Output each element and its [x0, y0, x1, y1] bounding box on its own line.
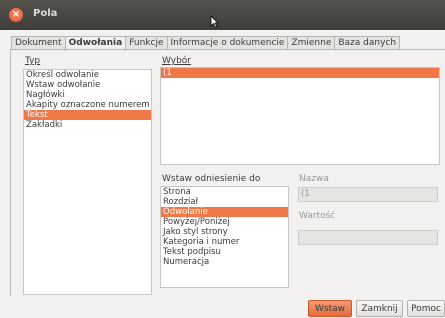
title-bar: × Pola — [0, 0, 445, 30]
mouse-cursor-icon — [210, 15, 219, 28]
insert-button[interactable]: Wstaw — [308, 300, 352, 317]
help-button[interactable]: Pomoc — [407, 300, 445, 317]
type_section-item[interactable]: Określ odwołanie — [24, 70, 151, 80]
insert_ref-item[interactable]: Strona — [161, 187, 288, 197]
tab-baza-danych[interactable]: Baza danych — [334, 36, 401, 50]
type-label: Typ — [25, 56, 41, 66]
value-label: Wartość — [299, 211, 336, 221]
tab-zmienne[interactable]: Zmienne — [287, 36, 336, 50]
tab-bar: Dokument Odwołania Funkcje Informacje o … — [11, 36, 401, 51]
type_section-item[interactable]: Tekst — [24, 110, 151, 120]
close-window-button[interactable]: × — [9, 8, 23, 22]
insert-ref-label: Wstaw odniesienie do — [162, 174, 261, 184]
close-button[interactable]: Zamknij — [356, 300, 403, 317]
insert_ref-item[interactable]: Odwołanie — [161, 207, 288, 217]
type_section-item[interactable]: Wstaw odwołanie — [24, 80, 151, 90]
type-list[interactable]: Określ odwołanie Wstaw odwołanie Nagłówki A… — [23, 69, 152, 295]
window-title: Pola — [33, 8, 58, 19]
tab-informacje[interactable]: Informacje o dokumencie — [166, 36, 289, 50]
selection-label: Wybór — [162, 56, 191, 66]
insert_ref-item[interactable]: Numeracja — [161, 257, 288, 267]
insert_ref-item[interactable]: Tekst podpisu — [161, 247, 288, 257]
selection_section-item[interactable]: (1 — [161, 68, 439, 78]
name-field[interactable]: (1 — [298, 187, 438, 202]
insert-ref-list[interactable]: Strona Rozdział Odwołanie Powyżej/Poniżej Ja… — [160, 186, 289, 288]
insert_ref-item[interactable]: Powyżej/Poniżej — [161, 217, 288, 227]
type_section-item[interactable]: Nagłówki — [24, 90, 151, 100]
name-label: Nazwa — [299, 174, 329, 184]
type_section-item[interactable]: Zakładki — [24, 120, 151, 130]
tab-dokument[interactable]: Dokument — [11, 36, 66, 50]
insert_ref-item[interactable]: Rozdział — [161, 197, 288, 207]
type_section-item[interactable]: Akapity oznaczone numerem — [24, 100, 151, 110]
insert_ref-item[interactable]: Kategoria i numer — [161, 237, 288, 247]
selection-list[interactable]: (1 — [160, 67, 440, 165]
insert_ref-item[interactable]: Jako styl strony — [161, 227, 288, 237]
tab-funkcje[interactable]: Funkcje — [125, 36, 168, 50]
value-field[interactable] — [298, 230, 438, 245]
